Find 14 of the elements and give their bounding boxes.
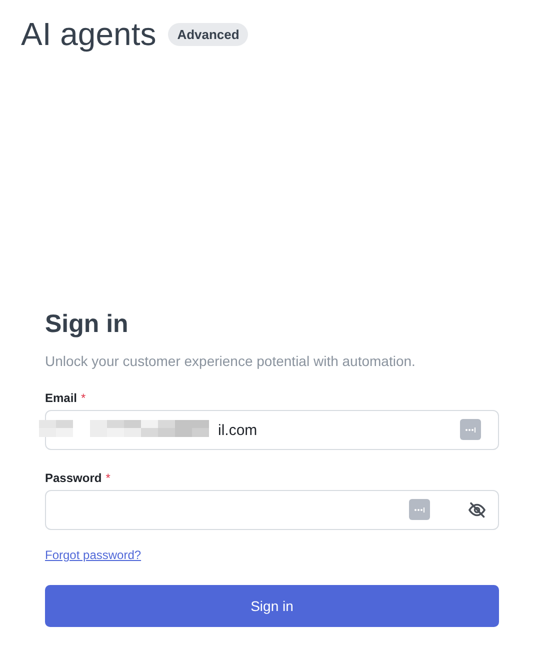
sign-in-button[interactable]: Sign in xyxy=(45,585,499,627)
form-title: Sign in xyxy=(45,310,130,339)
hide-password-icon[interactable] xyxy=(467,501,487,519)
required-mark: * xyxy=(106,471,110,485)
plan-badge: Advanced xyxy=(168,23,248,46)
field-label: Email xyxy=(45,391,78,405)
input-field[interactable] xyxy=(45,490,499,530)
required-mark: * xyxy=(81,391,86,405)
form-subtitle: Unlock your customer experience potential with automation. xyxy=(45,353,416,369)
password-manager-icon[interactable] xyxy=(409,499,430,520)
forgot-password-link[interactable]: Forgot password? xyxy=(45,548,142,562)
password-manager-icon[interactable] xyxy=(460,419,481,440)
field-label: Password xyxy=(45,471,102,485)
page-title: AI agents xyxy=(21,16,156,53)
